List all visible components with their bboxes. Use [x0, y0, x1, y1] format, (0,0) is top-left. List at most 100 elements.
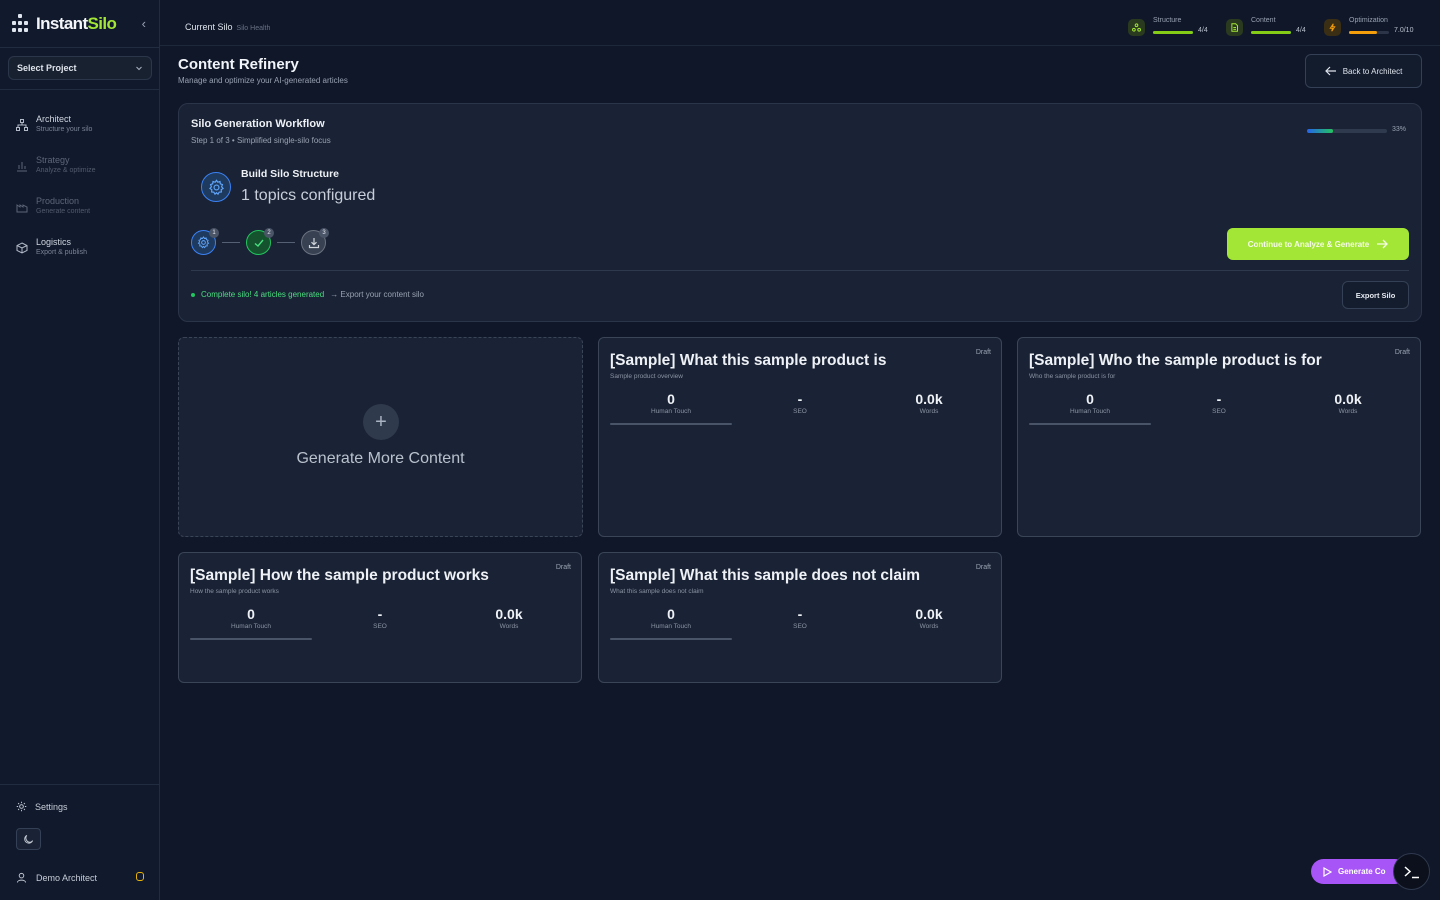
plus-icon: + [363, 404, 399, 440]
arrow-left-icon [1324, 66, 1336, 76]
sidebar-item-label: Logistics [36, 237, 72, 247]
factory-icon [16, 203, 28, 212]
project-select[interactable]: Select Project [8, 56, 152, 80]
human-touch-bar [1029, 423, 1151, 425]
step-export[interactable]: 3 [301, 228, 329, 255]
sidebar-item-label: Production [36, 196, 80, 206]
logo: InstantSilo ‹ [0, 0, 159, 48]
stat-seo: - SEO [793, 391, 807, 415]
article-card[interactable]: [Sample] Who the sample product is for W… [1017, 337, 1421, 537]
user-icon [16, 872, 27, 883]
content-bar [1251, 31, 1291, 34]
sidebar-item-sub: Structure your silo [36, 126, 93, 133]
current-step-detail: 1 topics configured [241, 187, 376, 204]
terminal-button[interactable] [1393, 853, 1430, 890]
stat-seo: - SEO [793, 606, 807, 630]
structure-bar [1153, 31, 1193, 34]
chevron-down-icon [136, 66, 142, 71]
settings-button[interactable]: Settings [16, 801, 68, 812]
article-title: [Sample] What this sample does not claim [610, 567, 921, 584]
human-touch-bar [610, 638, 732, 640]
generate-more-card[interactable]: + Generate More Content [178, 337, 583, 537]
settings-label: Settings [35, 801, 68, 812]
status-badge: Draft [555, 564, 571, 571]
terminal-icon [1403, 865, 1419, 878]
stat-human-touch: 0 Human Touch [651, 606, 691, 630]
gear-icon [201, 172, 231, 202]
sidebar-item-sub: Analyze & optimize [36, 167, 96, 174]
step-analyze[interactable]: 2 [246, 228, 274, 255]
stat-words: 0.0k Words [1334, 391, 1362, 415]
human-touch-bar [190, 638, 312, 640]
step-build[interactable]: 1 [191, 228, 219, 255]
topbar: Current Silo Silo Health Structure 4/4 Co… [160, 0, 1440, 46]
package-icon [16, 241, 28, 254]
page-title: Content Refinery [178, 56, 299, 73]
article-title: [Sample] What this sample product is [610, 352, 887, 369]
sidebar-item-logistics[interactable]: Logistics Export & publish [0, 227, 159, 268]
stat-seo: - SEO [1212, 391, 1226, 415]
metric-structure: Structure 4/4 [1128, 17, 1218, 39]
workflow-title: Silo Generation Workflow [191, 118, 325, 130]
stat-seo: - SEO [373, 606, 387, 630]
stat-words: 0.0k Words [495, 606, 523, 630]
strategy-icon [17, 161, 27, 171]
optimization-bar [1349, 31, 1389, 34]
sidebar-item-label: Architect [36, 114, 72, 124]
sidebar-footer: Settings Demo Architect [0, 784, 159, 900]
breadcrumb: Current Silo Silo Health [185, 22, 271, 32]
collapse-sidebar-button[interactable]: ‹ [142, 16, 146, 31]
metric-optimization: Optimization 7.0/10 [1324, 17, 1424, 39]
status-dot-icon [191, 292, 195, 297]
play-icon [1323, 866, 1332, 877]
sidebar-item-architect[interactable]: Architect Structure your silo [0, 104, 159, 145]
user-name: Demo Architect [36, 872, 98, 883]
current-step-title: Build Silo Structure [241, 168, 340, 180]
gear-icon [197, 236, 210, 249]
divider [191, 270, 1409, 271]
article-subtitle: Who the sample product is for [1029, 373, 1116, 380]
project-select-label: Select Project [17, 63, 77, 73]
theme-toggle-button[interactable] [16, 828, 41, 850]
stat-words: 0.0k Words [915, 606, 943, 630]
status-badge: Draft [975, 564, 991, 571]
human-touch-bar [610, 423, 732, 425]
article-title: [Sample] Who the sample product is for [1029, 352, 1322, 369]
sidebar-item-production[interactable]: Production Generate content [0, 186, 159, 227]
workflow-subtitle: Step 1 of 3 • Simplified single-silo foc… [191, 136, 331, 145]
sidebar-nav: Architect Structure your silo Strategy Ana… [0, 90, 159, 268]
continue-button[interactable]: Continue to Analyze & Generate [1227, 228, 1409, 260]
lightning-icon [1324, 19, 1341, 36]
download-icon [308, 237, 319, 248]
check-icon [254, 239, 264, 247]
status-badge: Draft [1394, 349, 1410, 356]
logo-icon [10, 13, 30, 34]
export-silo-button[interactable]: Export Silo [1342, 281, 1409, 309]
sidebar-item-label: Strategy [36, 155, 70, 165]
status-badge: Draft [975, 349, 991, 356]
article-card[interactable]: [Sample] How the sample product works Ho… [178, 552, 582, 683]
metric-content: Content 4/4 [1226, 17, 1316, 39]
workflow-card: Silo Generation Workflow Step 1 of 3 • S… [178, 103, 1422, 322]
moon-icon [24, 834, 34, 844]
page-subtitle: Manage and optimize your AI-generated ar… [178, 76, 348, 85]
hierarchy-icon [16, 118, 28, 131]
user-menu[interactable]: Demo Architect [16, 872, 144, 883]
workflow-progress-label: 33% [1392, 126, 1407, 133]
back-to-architect-button[interactable]: Back to Architect [1305, 54, 1422, 88]
article-card[interactable]: [Sample] What this sample product is Sam… [598, 337, 1002, 537]
workflow-status: Complete silo! 4 articles generated → Ex… [191, 290, 424, 299]
article-card[interactable]: [Sample] What this sample does not claim… [598, 552, 1002, 683]
sidebar: InstantSilo ‹ Select Project Architect St… [0, 0, 160, 900]
stat-words: 0.0k Words [915, 391, 943, 415]
gear-icon [16, 801, 27, 812]
app-name: InstantSilo [36, 13, 117, 33]
workflow-progress-bar [1307, 129, 1387, 133]
stat-human-touch: 0 Human Touch [231, 606, 271, 630]
sidebar-item-sub: Generate content [36, 208, 91, 215]
sidebar-item-strategy[interactable]: Strategy Analyze & optimize [0, 145, 159, 186]
arrow-right-icon [1377, 239, 1389, 249]
document-icon [1226, 19, 1243, 36]
article-subtitle: What this sample does not claim [610, 588, 704, 595]
structure-icon [1128, 19, 1145, 36]
